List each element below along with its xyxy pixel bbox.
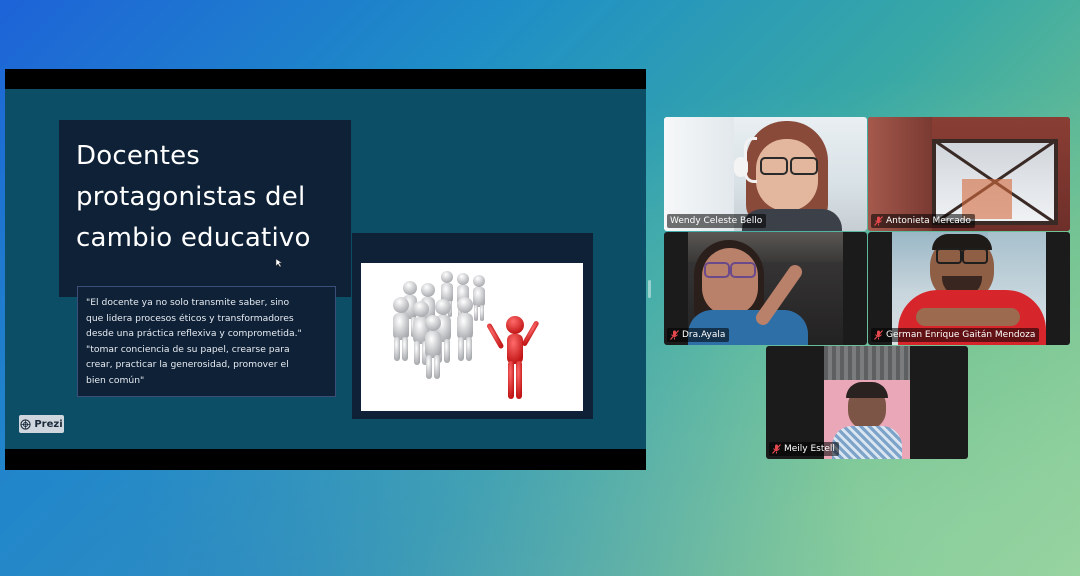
quote-line: desde una práctica reflexiva y compromet… bbox=[86, 328, 302, 340]
muted-microphone-icon bbox=[670, 330, 679, 340]
participant-name-tag: Wendy Celeste Bello bbox=[667, 214, 767, 228]
quote-line: crear, practicar la generosidad, promove… bbox=[86, 359, 289, 371]
quote-line: que lidera procesos éticos y transformad… bbox=[86, 312, 294, 324]
quote-line: "tomar conciencia de su papel, crearse p… bbox=[86, 343, 290, 355]
participant-name: Meily Estell bbox=[784, 444, 835, 454]
image-panel bbox=[352, 233, 593, 419]
muted-microphone-icon bbox=[772, 444, 781, 454]
crowd-leader-illustration-icon bbox=[393, 271, 539, 399]
prezi-badge[interactable]: Prezi bbox=[19, 415, 64, 433]
participant-tile[interactable]: Dra.Ayala bbox=[664, 232, 867, 345]
participant-name-tag: German Enrique Gaitán Mendoza bbox=[871, 328, 1040, 342]
participant-tile[interactable]: Antonieta Mercado bbox=[868, 117, 1070, 231]
prezi-logo-icon bbox=[20, 418, 31, 430]
participant-name-tag: Meily Estell bbox=[769, 442, 839, 456]
muted-microphone-icon bbox=[874, 330, 883, 340]
participant-name-tag: Dra.Ayala bbox=[667, 328, 730, 342]
slide-title: Docentes protagonistas del cambio educat… bbox=[76, 136, 346, 259]
participant-tile[interactable]: German Enrique Gaitán Mendoza bbox=[868, 232, 1070, 345]
presentation-slide: Docentes protagonistas del cambio educat… bbox=[5, 89, 646, 449]
prezi-label: Prezi bbox=[34, 418, 63, 430]
participant-name: Wendy Celeste Bello bbox=[670, 216, 763, 226]
title-line: protagonistas del bbox=[76, 182, 306, 212]
title-panel: Docentes protagonistas del cambio educat… bbox=[59, 120, 351, 297]
mouse-cursor-icon bbox=[275, 258, 283, 268]
title-line: cambio educativo bbox=[76, 223, 311, 253]
slide-image bbox=[361, 263, 583, 411]
muted-microphone-icon bbox=[874, 216, 883, 226]
participant-tile[interactable]: Wendy Celeste Bello bbox=[664, 117, 867, 231]
participant-tile[interactable]: Meily Estell bbox=[766, 346, 968, 459]
quote-line: bien común" bbox=[86, 374, 145, 386]
participant-name-tag: Antonieta Mercado bbox=[871, 214, 976, 228]
window-bars-icon bbox=[932, 139, 1058, 225]
shared-screen[interactable]: Docentes protagonistas del cambio educat… bbox=[5, 69, 646, 470]
quote-line: "El docente ya no solo transmite saber, … bbox=[86, 297, 290, 308]
split-resize-handle[interactable] bbox=[648, 280, 651, 298]
quote-panel: "El docente ya no solo transmite saber, … bbox=[77, 286, 336, 397]
slide-quote: "El docente ya no solo transmite saber, … bbox=[86, 295, 330, 389]
participant-name: Dra.Ayala bbox=[682, 330, 726, 340]
title-line: Docentes bbox=[76, 141, 201, 171]
participant-name: German Enrique Gaitán Mendoza bbox=[886, 330, 1036, 340]
participant-name: Antonieta Mercado bbox=[886, 216, 972, 226]
